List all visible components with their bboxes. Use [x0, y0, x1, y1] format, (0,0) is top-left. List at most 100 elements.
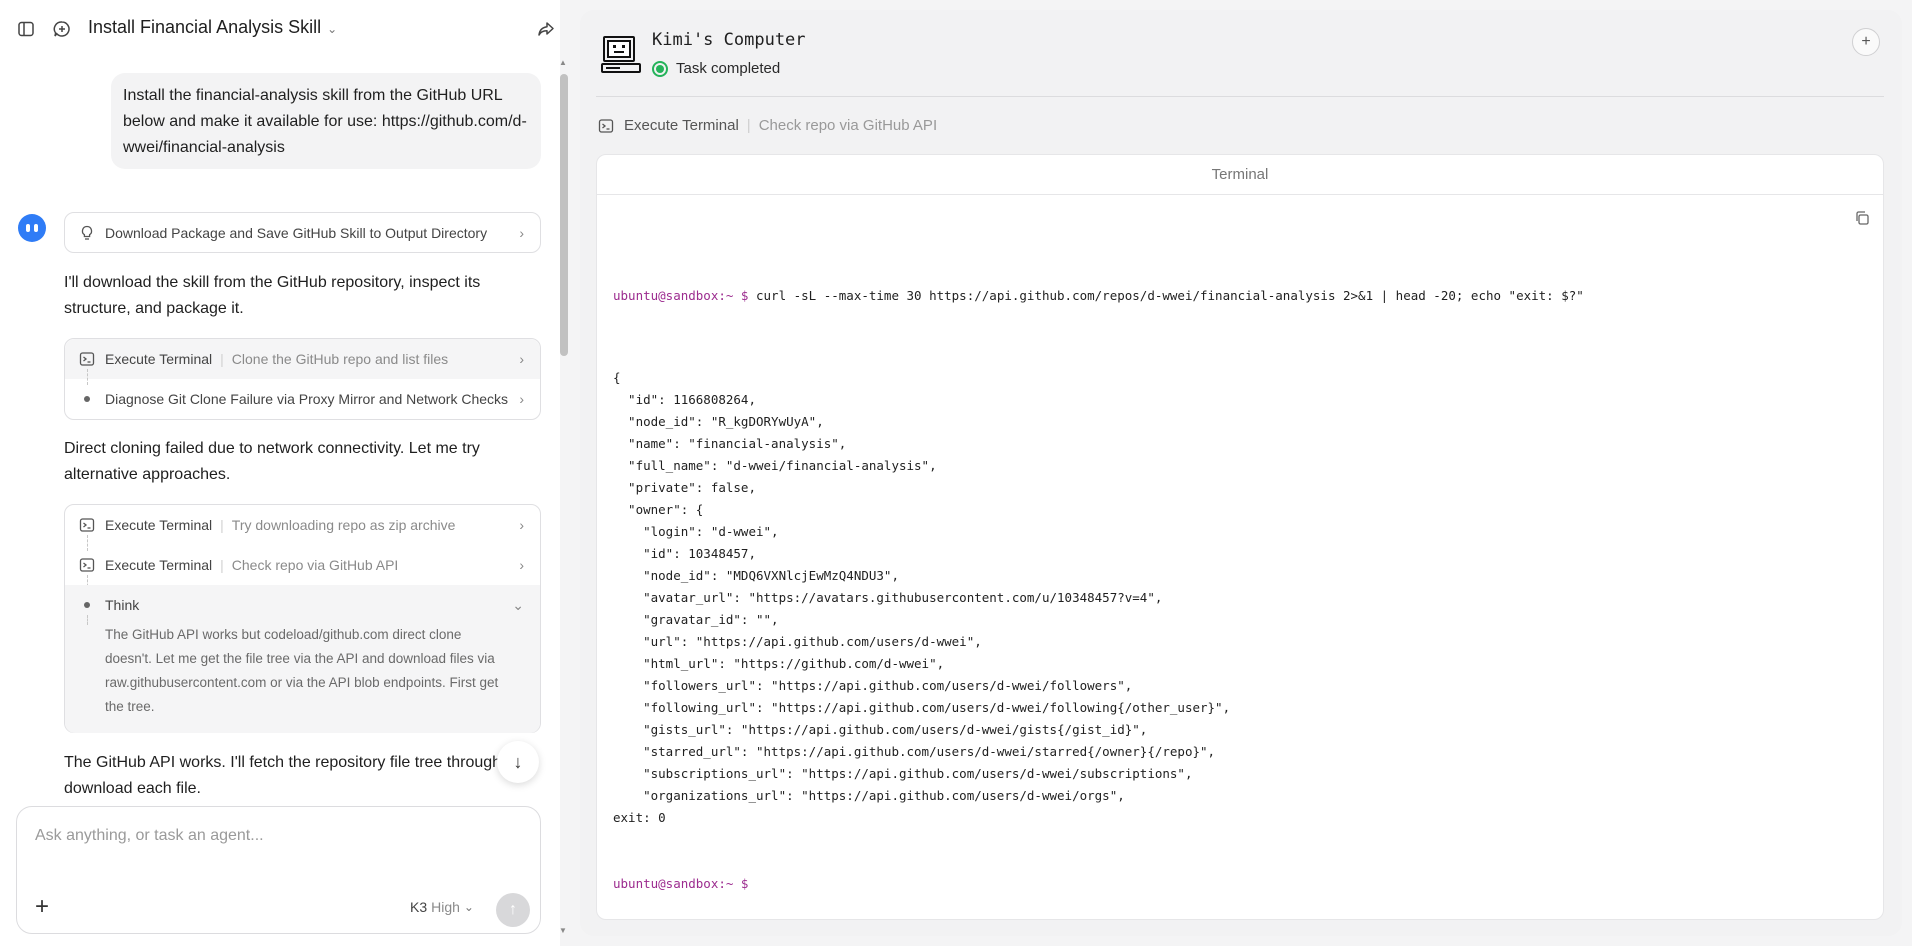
model-name: K3	[410, 899, 428, 915]
send-button[interactable]: ↑	[496, 893, 530, 927]
terminal-line: "followers_url": "https://api.github.com…	[613, 678, 1133, 693]
arrow-down-icon: ↓	[513, 751, 523, 772]
step-row[interactable]: Execute Terminal | Clone the GitHub repo…	[65, 339, 540, 379]
step-row[interactable]: Diagnose Git Clone Failure via Proxy Mir…	[65, 379, 540, 419]
kimi-avatar	[18, 214, 46, 242]
chat-panel: Install Financial Analysis Skill ⌄ ▲ ▼ I…	[0, 0, 568, 946]
assistant-text-1: I'll download the skill from the GitHub …	[64, 274, 481, 317]
step-connector	[87, 615, 88, 625]
task-status-text: Task completed	[676, 60, 781, 77]
composer: + K3 High ⌄ ↑	[16, 806, 541, 934]
conversation-title-text: Install Financial Analysis Skill	[88, 17, 322, 37]
terminal-line: "login": "d-wwei",	[613, 524, 779, 539]
chevron-right-icon: ›	[519, 351, 524, 367]
terminal-line: "organizations_url": "https://api.github…	[613, 788, 1125, 803]
conversation-title[interactable]: Install Financial Analysis Skill ⌄	[88, 17, 337, 38]
plan-card[interactable]: Download Package and Save GitHub Skill t…	[64, 212, 541, 253]
bullet-dot-icon	[79, 597, 95, 613]
scroll-down-arrow[interactable]: ▼	[559, 926, 567, 935]
terminal-line: "private": false,	[613, 480, 756, 495]
terminal-line: "avatar_url": "https://avatars.githubuse…	[613, 590, 1163, 605]
new-chat-icon[interactable]	[50, 17, 74, 41]
terminal-line: "following_url": "https://api.github.com…	[613, 700, 1231, 715]
send-arrow-icon: ↑	[509, 901, 517, 918]
step-label: Think	[105, 597, 140, 613]
terminal-command-line: ubuntu@sandbox:~ $ curl -sL --max-time 3…	[613, 285, 1584, 307]
terminal-line: "html_url": "https://github.com/d-wwei",	[613, 656, 945, 671]
copy-icon[interactable]	[1854, 210, 1872, 228]
terminal-line: "node_id": "R_kgDORYwUyA",	[613, 414, 824, 429]
think-row[interactable]: Think ⌄	[65, 585, 540, 625]
terminal-line: "gravatar_id": "",	[613, 612, 779, 627]
terminal-line: "starred_url": "https://api.github.com/u…	[613, 744, 1216, 759]
terminal-line: exit: 0	[613, 810, 666, 825]
step-label: Execute Terminal	[105, 517, 213, 533]
chevron-down-icon: ⌄	[512, 597, 524, 613]
step-group-2: Execute Terminal | Try downloading repo …	[64, 504, 541, 733]
terminal-output: ubuntu@sandbox:~ $ curl -sL --max-time 3…	[613, 241, 1584, 939]
step-label: Execute Terminal	[105, 351, 213, 367]
terminal-prompt: ubuntu@sandbox:~ $	[613, 288, 749, 303]
terminal-line: "gists_url": "https://api.github.com/use…	[613, 722, 1148, 737]
terminal-command: curl -sL --max-time 30 https://api.githu…	[748, 288, 1584, 303]
chevron-down-icon: ⌄	[463, 900, 474, 914]
model-selector[interactable]: K3 High ⌄	[410, 899, 474, 915]
terminal-icon	[79, 351, 95, 367]
step-row[interactable]: Execute Terminal | Try downloading repo …	[65, 505, 540, 545]
share-icon[interactable]	[534, 17, 558, 41]
step-label: Execute Terminal	[105, 557, 213, 573]
terminal-line: "owner": {	[613, 502, 704, 517]
chevron-right-icon: ›	[519, 557, 524, 573]
scroll-to-bottom-button[interactable]: ↓	[497, 741, 539, 783]
terminal-prompt: ubuntu@sandbox:~ $	[613, 876, 749, 891]
step-desc: Clone the GitHub repo and list files	[231, 351, 449, 367]
step-separator: |	[220, 517, 224, 533]
expand-icon[interactable]: +	[1852, 28, 1880, 56]
model-level: High	[431, 899, 460, 915]
chat-input[interactable]	[35, 827, 515, 845]
terminal-icon	[79, 517, 95, 533]
status-check-icon	[652, 60, 668, 77]
plan-title: Download Package and Save GitHub Skill t…	[105, 225, 488, 241]
chat-header: Install Financial Analysis Skill ⌄	[0, 0, 560, 58]
terminal-line: "url": "https://api.github.com/users/d-w…	[613, 634, 982, 649]
chevron-right-icon: ›	[519, 225, 524, 241]
terminal-icon	[598, 118, 614, 134]
think-text: The GitHub API works but codeload/github…	[105, 627, 499, 714]
assistant-text-2: Direct cloning failed due to network con…	[64, 440, 480, 483]
terminal-window: Terminal ubuntu@sandbox:~ $ curl -sL --m…	[596, 154, 1884, 920]
terminal-line: "node_id": "MDQ6VXNlcjEwMzQ4NDU3",	[613, 568, 899, 583]
computer-icon	[600, 34, 642, 76]
sidebar-toggle-icon[interactable]	[14, 17, 38, 41]
computer-title: Kimi's Computer	[652, 30, 806, 50]
step-label: Diagnose Git Clone Failure via Proxy Mir…	[105, 391, 509, 407]
current-action: Execute Terminal | Check repo via GitHub…	[598, 117, 937, 134]
step-separator: |	[220, 557, 224, 573]
action-desc: Check repo via GitHub API	[758, 117, 938, 134]
terminal-line: {	[613, 370, 621, 385]
chat-scrollbar-thumb[interactable]	[560, 74, 568, 356]
terminal-output-lines: { "id": 1166808264, "node_id": "R_kgDORY…	[613, 367, 1584, 829]
plan-row[interactable]: Download Package and Save GitHub Skill t…	[65, 213, 540, 253]
step-desc: Try downloading repo as zip archive	[231, 517, 456, 533]
assistant-text-3: The GitHub API works. I'll fetch the rep…	[64, 750, 504, 802]
scroll-up-arrow[interactable]: ▲	[559, 58, 567, 67]
action-label: Execute Terminal	[624, 117, 739, 134]
terminal-icon	[79, 557, 95, 573]
terminal-line: "subscriptions_url": "https://api.github…	[613, 766, 1193, 781]
plus-icon[interactable]: +	[35, 895, 49, 919]
assistant-text-3-content: The GitHub API works. I'll fetch the rep…	[64, 754, 504, 797]
task-status: Task completed	[652, 60, 780, 77]
user-message: Install the financial-analysis skill fro…	[111, 73, 541, 169]
terminal-line: "name": "financial-analysis",	[613, 436, 847, 451]
terminal-header: Terminal	[597, 155, 1883, 195]
terminal-line: "full_name": "d-wwei/financial-analysis"…	[613, 458, 937, 473]
terminal-line: "id": 1166808264,	[613, 392, 756, 407]
chevron-down-icon: ⌄	[327, 21, 338, 36]
step-group-1: Execute Terminal | Clone the GitHub repo…	[64, 338, 541, 420]
lightbulb-icon	[79, 225, 95, 241]
terminal-final-line: ubuntu@sandbox:~ $	[613, 873, 1584, 895]
computer-panel: Kimi's Computer Task completed + Execute…	[580, 10, 1902, 936]
step-row[interactable]: Execute Terminal | Check repo via GitHub…	[65, 545, 540, 585]
chevron-right-icon: ›	[519, 391, 524, 407]
